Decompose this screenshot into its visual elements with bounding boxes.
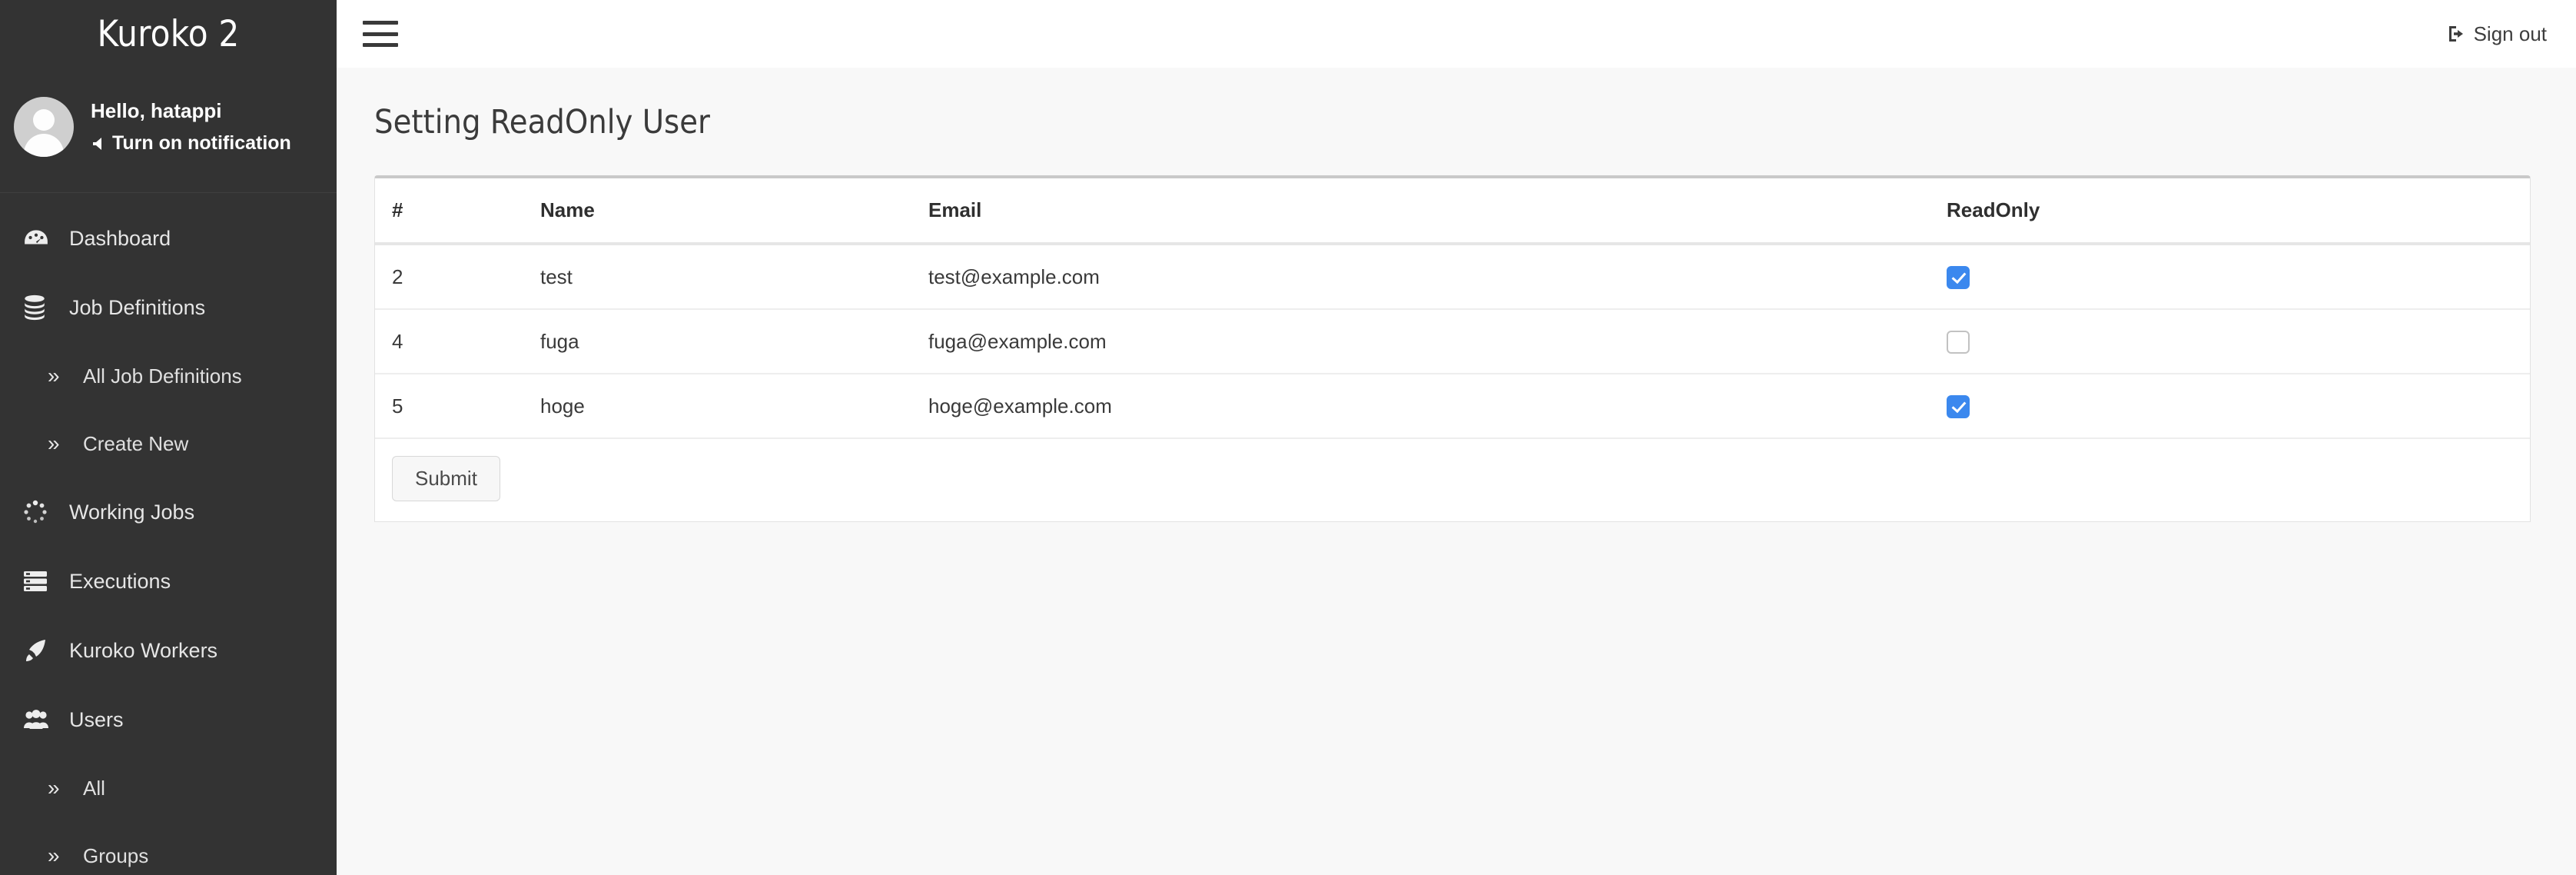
readonly-checkbox[interactable] [1947,331,1970,354]
cell-name: test [540,244,928,311]
sidebar-item-kuroko-workers[interactable]: Kuroko Workers [0,616,337,685]
cell-id: 5 [375,374,540,440]
user-greeting: Hello, hatappi [91,99,222,122]
rocket-icon [23,638,57,663]
sidebar-item-dashboard[interactable]: Dashboard [0,204,337,273]
cell-id: 2 [375,244,540,311]
sidebar: Kuroko 2 Hello, hatappi Turn on notifica… [0,0,337,875]
topbar: Sign out [337,0,2576,68]
app-root: Kuroko 2 Hello, hatappi Turn on notifica… [0,0,2576,875]
submit-button[interactable]: Submit [392,456,500,502]
users-icon [23,709,57,730]
readonly-user-card: # Name Email ReadOnly 2 test test@exampl… [374,175,2531,523]
dashboard-icon [23,225,57,251]
cell-email: hoge@example.com [928,374,1947,440]
speaker-icon [91,135,108,152]
main-region: Sign out Setting ReadOnly User # Name Em… [337,0,2576,875]
sidebar-nav: Dashboard Job Definitions » All Job Defi… [0,193,337,875]
cell-readonly [1947,309,2530,375]
page-content: Setting ReadOnly User # Name Email ReadO… [337,68,2576,523]
sidebar-item-label: Users [69,707,124,731]
table-head: # Name Email ReadOnly [375,178,2530,245]
brand-title: Kuroko 2 [97,12,240,55]
cell-email: test@example.com [928,244,1947,311]
turn-on-notification-button[interactable]: Turn on notification [91,132,291,155]
hamburger-bar [363,43,398,47]
sidebar-item-label: All Job Definitions [83,364,242,388]
page-title: Setting ReadOnly User [374,103,710,141]
column-header-email: Email [928,178,1947,245]
sidebar-item-all-job-definitions[interactable]: » All Job Definitions [0,342,337,410]
form-footer: Submit [375,439,2530,521]
column-header-readonly: ReadOnly [1947,178,2530,245]
turn-on-notification-label: Turn on notification [112,132,291,154]
table-row: 5 hoge hoge@example.com [375,374,2530,440]
hamburger-bar [363,21,398,25]
sidebar-item-users-all[interactable]: » All [0,754,337,822]
readonly-checkbox[interactable] [1947,395,1970,419]
readonly-checkbox[interactable] [1947,266,1970,290]
user-meta: Hello, hatappi Turn on notification [91,99,291,155]
column-header-id: # [375,178,540,245]
chevron-double-right-icon: » [48,364,60,388]
cell-email: fuga@example.com [928,309,1947,375]
table-header-row: # Name Email ReadOnly [375,178,2530,245]
spinner-icon [23,500,57,524]
sidebar-item-users-groups[interactable]: » Groups [0,822,337,875]
column-header-name: Name [540,178,928,245]
sidebar-item-label: Dashboard [69,226,171,250]
chevron-double-right-icon: » [48,431,60,455]
sidebar-item-users[interactable]: Users [0,685,337,754]
sign-out-button[interactable]: Sign out [2447,22,2547,46]
sidebar-item-label: Groups [83,843,149,867]
cell-name: hoge [540,374,928,440]
sidebar-item-executions[interactable]: Executions [0,547,337,616]
sidebar-item-label: Kuroko Workers [69,638,218,662]
server-icon [23,571,57,592]
chevron-double-right-icon: » [48,843,60,867]
cell-readonly [1947,244,2530,311]
hamburger-icon[interactable] [363,21,398,47]
table-row: 4 fuga fuga@example.com [375,309,2530,375]
hamburger-bar [363,32,398,36]
sidebar-item-create-new[interactable]: » Create New [0,410,337,477]
sidebar-item-label: All [83,776,105,800]
sidebar-item-job-definitions[interactable]: Job Definitions [0,273,337,342]
table-row: 2 test test@example.com [375,244,2530,311]
cell-id: 4 [375,309,540,375]
user-profile-block: Hello, hatappi Turn on notification [0,68,337,193]
sidebar-item-working-jobs[interactable]: Working Jobs [0,477,337,547]
avatar [14,97,74,157]
cell-readonly [1947,374,2530,440]
sidebar-item-label: Executions [69,569,171,593]
database-icon [23,294,57,321]
cell-name: fuga [540,309,928,375]
chevron-double-right-icon: » [48,776,60,800]
table-body: 2 test test@example.com 4 fuga fuga@exam… [375,244,2530,440]
sidebar-item-label: Create New [83,431,189,455]
sign-out-label: Sign out [2473,22,2547,45]
readonly-user-table: # Name Email ReadOnly 2 test test@exampl… [375,178,2530,440]
sign-out-icon [2447,24,2467,44]
sidebar-item-label: Job Definitions [69,295,206,319]
sidebar-item-label: Working Jobs [69,500,195,524]
